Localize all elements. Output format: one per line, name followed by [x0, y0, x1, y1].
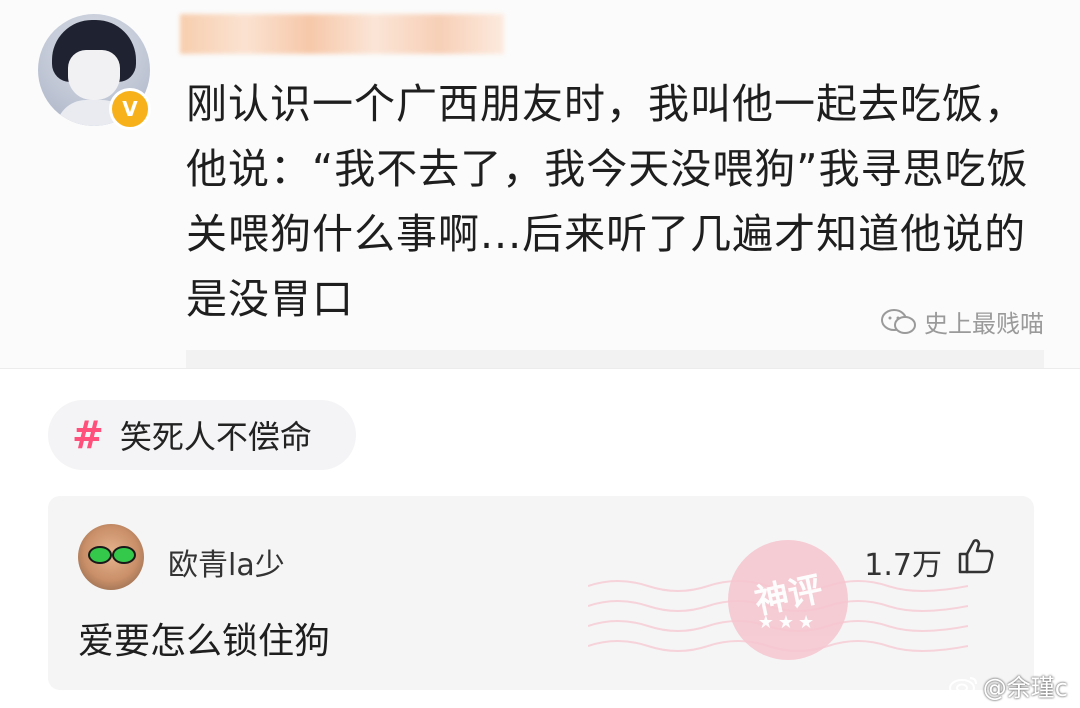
avatar-eye — [112, 546, 136, 564]
topic-tag[interactable]: # 笑死人不偿命 — [48, 400, 356, 470]
like-icon[interactable] — [956, 536, 996, 576]
weibo-icon — [948, 676, 977, 697]
weibo-watermark: @余瑾c — [948, 668, 1068, 703]
blurred-username — [180, 14, 504, 54]
avatar-eye — [88, 546, 112, 564]
hash-icon: # — [72, 413, 104, 457]
badge-stars: ★★★ — [757, 612, 819, 633]
wechat-icon — [881, 308, 916, 334]
source-watermark-text: 史上最贱喵 — [924, 310, 1044, 338]
post-card: V 刚认识一个广西朋友时，我叫他一起去吃饭，他说：“我不去了，我今天没喂狗”我寻… — [0, 0, 1080, 369]
top-comment-card: 神评 ★★★ 欧青la少 1.7万 爱要怎么锁住狗 — [48, 496, 1034, 690]
like-count: 1.7万 — [864, 548, 942, 583]
commenter-username[interactable]: 欧青la少 — [168, 540, 285, 584]
god-comment-badge: 神评 ★★★ — [728, 540, 848, 660]
weibo-watermark-text: @余瑾c — [982, 674, 1068, 702]
commenter-avatar[interactable] — [78, 524, 144, 590]
avatar-face — [68, 50, 120, 100]
comment-text: 爱要怎么锁住狗 — [78, 621, 331, 662]
verified-badge: V — [109, 88, 151, 130]
source-watermark: 史上最贱喵 — [880, 304, 1044, 339]
topic-label: 笑死人不偿命 — [119, 418, 312, 456]
post-action-bar — [186, 350, 1044, 368]
post-text: 刚认识一个广西朋友时，我叫他一起去吃饭，他说：“我不去了，我今天没喂狗”我寻思吃… — [186, 80, 1029, 323]
